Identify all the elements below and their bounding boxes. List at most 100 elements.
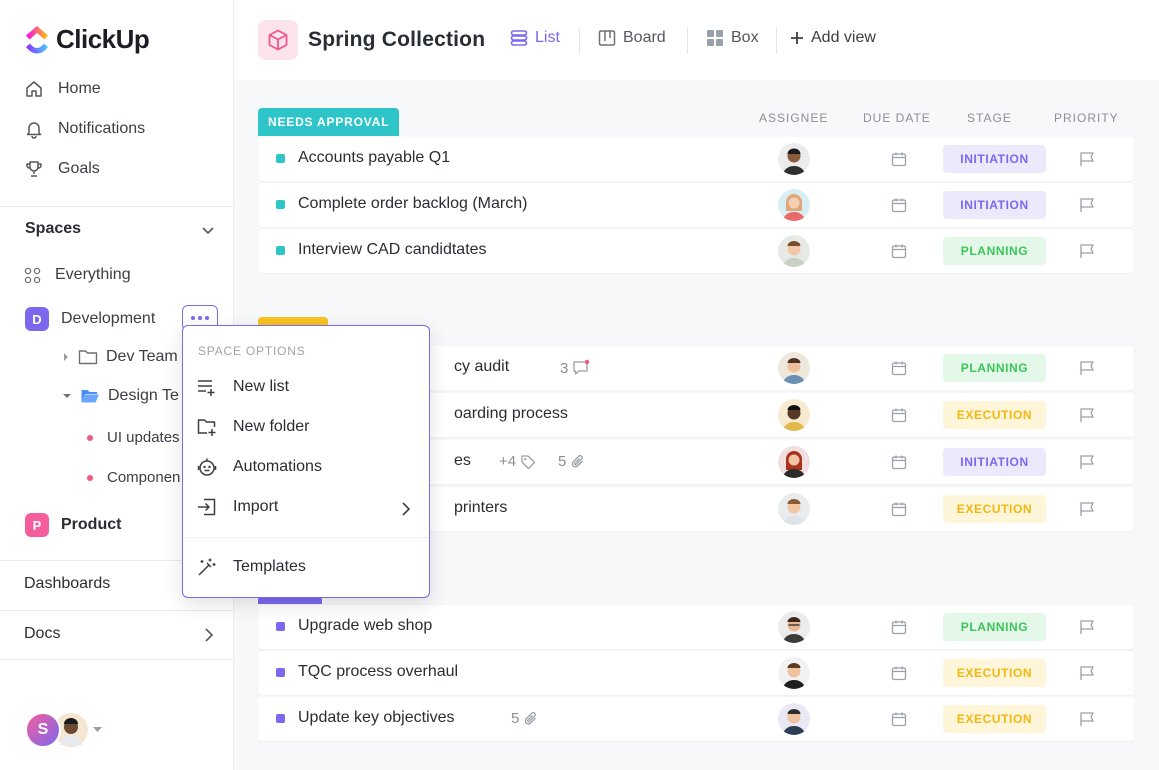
assignee-avatar[interactable] [778,446,810,478]
sidebar-divider [0,659,233,660]
grid-dots-icon [24,267,41,283]
sidebar-list-ui-updates[interactable]: UI updates [87,429,180,446]
nav-notifications[interactable]: Notifications [24,119,145,139]
comment-count[interactable]: 3 [560,359,590,377]
calendar-icon[interactable] [891,151,907,167]
calendar-icon[interactable] [891,197,907,213]
stage-badge[interactable]: INITIATION [943,448,1046,476]
caret-down-icon[interactable] [93,727,102,733]
assignee-avatar[interactable] [778,143,810,175]
task-row[interactable]: TQC process overhaul EXECUTION [258,651,1134,695]
calendar-icon[interactable] [891,360,907,376]
sidebar-folder-dev-team[interactable]: Dev Team [62,348,178,366]
sidebar-item-docs[interactable]: Docs [24,625,60,643]
flag-icon[interactable] [1079,501,1095,517]
sidebar-divider [0,206,233,207]
task-name[interactable]: cy audit [454,358,509,376]
tab-list[interactable]: List [510,29,560,47]
flag-icon[interactable] [1079,665,1095,681]
nav-goals[interactable]: Goals [24,159,100,179]
user-avatar[interactable]: S [25,712,61,748]
calendar-icon[interactable] [891,665,907,681]
stage-badge[interactable]: PLANNING [943,237,1046,265]
stage-badge[interactable]: EXECUTION [943,659,1046,687]
calendar-icon[interactable] [891,711,907,727]
sidebar-item-everything[interactable]: Everything [24,266,131,284]
column-header-stage[interactable]: STAGE [967,111,1012,125]
task-row[interactable]: Upgrade web shop PLANNING [258,605,1134,649]
stage-badge[interactable]: EXECUTION [943,705,1046,733]
status-square [276,714,285,723]
stage-badge[interactable]: EXECUTION [943,495,1046,523]
calendar-icon[interactable] [891,454,907,470]
task-row[interactable]: Interview CAD candidtates PLANNING [258,229,1134,273]
clickup-logo[interactable]: ClickUp [24,24,150,55]
assignee-avatar[interactable] [778,399,810,431]
assignee-avatar[interactable] [778,352,810,384]
flag-icon[interactable] [1079,407,1095,423]
tag-count[interactable]: +4 [499,453,536,470]
sidebar-item-dashboards[interactable]: Dashboards [24,575,110,593]
task-name[interactable]: Accounts payable Q1 [298,149,450,167]
task-name[interactable]: TQC process overhaul [298,663,458,681]
assignee-avatar[interactable] [778,703,810,735]
stage-badge[interactable]: INITIATION [943,191,1046,219]
clickup-logo-icon [26,25,48,53]
flag-icon[interactable] [1079,711,1095,727]
flag-icon[interactable] [1079,197,1095,213]
flag-icon[interactable] [1079,619,1095,635]
menu-item-automations[interactable]: Automations [197,457,322,477]
assignee-avatar[interactable] [778,493,810,525]
chevron-right-icon[interactable] [202,627,216,643]
assignee-avatar[interactable] [778,611,810,643]
stage-badge[interactable]: PLANNING [943,354,1046,382]
stage-badge[interactable]: EXECUTION [943,401,1046,429]
task-name[interactable]: Upgrade web shop [298,617,432,635]
robot-icon [197,458,217,476]
sidebar-space-development[interactable]: D Development [25,307,155,331]
task-name[interactable]: oarding process [454,405,568,423]
column-header-priority[interactable]: PRIORITY [1054,111,1119,125]
task-name[interactable]: Interview CAD candidtates [298,241,487,259]
task-row[interactable]: Accounts payable Q1 INITIATION [258,137,1134,181]
menu-item-import[interactable]: Import [197,497,278,517]
flag-icon[interactable] [1079,360,1095,376]
flag-icon[interactable] [1079,151,1095,167]
calendar-icon[interactable] [891,619,907,635]
tab-box[interactable]: Box [706,29,759,47]
menu-item-new-folder[interactable]: New folder [197,417,309,437]
attachment-count[interactable]: 5 [511,710,539,727]
assignee-avatar[interactable] [778,189,810,221]
assignee-avatar[interactable] [778,657,810,689]
task-name[interactable]: printers [454,499,507,517]
task-name[interactable]: es [454,452,471,470]
flag-icon[interactable] [1079,454,1095,470]
stage-badge[interactable]: INITIATION [943,145,1046,173]
chevron-down-icon[interactable] [200,222,216,238]
sidebar-folder-design-team[interactable]: Design Te [62,387,179,405]
bell-icon [26,122,42,139]
tab-board[interactable]: Board [598,29,666,47]
assignee-avatar[interactable] [778,235,810,267]
calendar-icon[interactable] [891,243,907,259]
column-header-due-date[interactable]: DUE DATE [863,111,931,125]
sidebar-list-components[interactable]: Componen [87,469,180,486]
add-view-button[interactable]: Add view [790,29,876,47]
attachment-count[interactable]: 5 [558,453,586,470]
menu-item-templates[interactable]: Templates [197,557,306,577]
task-row[interactable]: Complete order backlog (March) INITIATIO… [258,183,1134,227]
group-tag-needs-approval[interactable]: NEEDS APPROVAL [258,108,400,136]
task-name[interactable]: Complete order backlog (March) [298,195,527,213]
nav-home[interactable]: Home [24,79,101,99]
flag-icon[interactable] [1079,243,1095,259]
column-header-assignee[interactable]: ASSIGNEE [759,111,828,125]
calendar-icon[interactable] [891,407,907,423]
paperclip-icon [572,454,584,468]
menu-item-new-list[interactable]: New list [197,377,289,397]
calendar-icon[interactable] [891,501,907,517]
task-row[interactable]: Update key objectives 5 EXECUTION [258,697,1134,741]
stage-badge[interactable]: PLANNING [943,613,1046,641]
sidebar-space-product[interactable]: P Product [25,513,121,537]
sidebar-item-docs-label: Docs [24,625,61,642]
task-name[interactable]: Update key objectives [298,709,455,727]
